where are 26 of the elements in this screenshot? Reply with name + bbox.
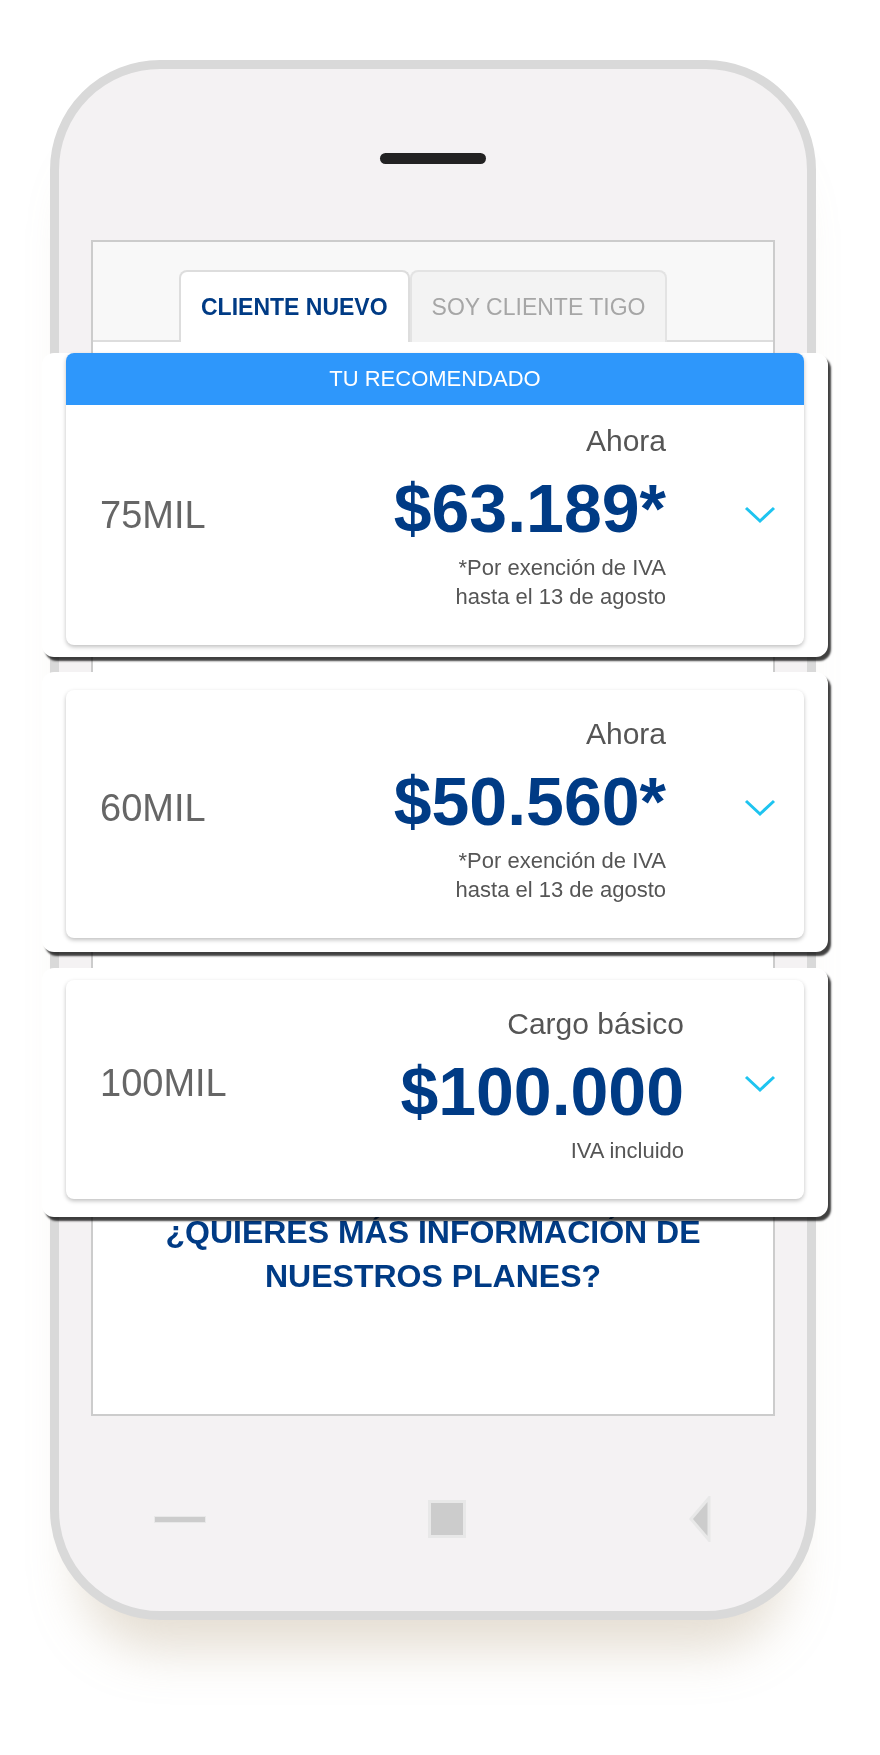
chevron-down-icon[interactable]: [744, 1074, 776, 1093]
price-note: *Por exención de IVA: [458, 554, 666, 582]
plan-name: 75MIL: [100, 492, 206, 538]
price-note: hasta el 13 de agosto: [455, 876, 666, 904]
section-heading: ¿QUIERES MÁS INFORMACIÓN DE NUESTROS PLANES?: [164, 1213, 702, 1296]
price-note: IVA incluido: [570, 1137, 684, 1165]
price-caption: Ahora: [585, 716, 666, 752]
recommended-banner: TU RECOMENDADO: [66, 353, 804, 405]
plan-name: 60MIL: [100, 785, 206, 831]
square-icon[interactable]: [428, 1500, 466, 1538]
price-caption: Cargo básico: [507, 1006, 684, 1042]
plan-card[interactable]: TU RECOMENDADO 75MIL Ahora $63.189* *Por exención de IVA hasta el 13 de agosto: [66, 353, 804, 645]
price-note: *Por exención de IVA: [458, 847, 666, 875]
price: $50.560*: [393, 762, 666, 841]
plan-name: 100MIL: [100, 1061, 227, 1106]
chevron-down-icon[interactable]: [744, 506, 776, 524]
price: $63.189*: [393, 469, 666, 548]
tab[interactable]: CLIENTE NUEVO: [179, 270, 410, 342]
menu-bar-icon[interactable]: [154, 1515, 206, 1523]
price: $100.000: [400, 1052, 684, 1131]
price-note: hasta el 13 de agosto: [455, 583, 666, 611]
plan-card[interactable]: 100MIL Cargo básico $100.000 IVA incluido: [66, 980, 804, 1199]
chevron-down-icon[interactable]: [744, 799, 776, 817]
back-triangle-icon[interactable]: [688, 1496, 712, 1542]
plan-card[interactable]: 60MIL Ahora $50.560* *Por exención de IVA hasta el 13 de agosto: [66, 690, 804, 938]
price-caption: Ahora: [585, 423, 666, 459]
